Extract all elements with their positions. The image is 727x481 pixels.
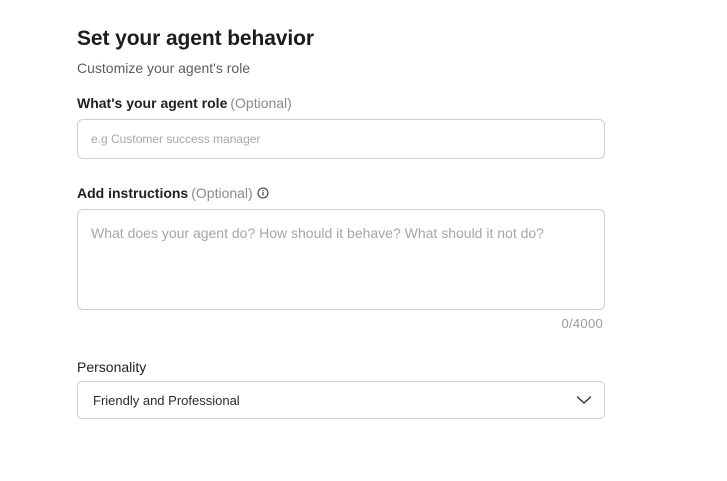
chevron-down-icon — [576, 395, 592, 405]
role-optional-text: (Optional) — [230, 95, 292, 111]
info-icon[interactable] — [257, 187, 269, 199]
personality-select[interactable]: Friendly and Professional — [77, 381, 605, 419]
instructions-optional-text: (Optional) — [191, 185, 253, 201]
role-input[interactable] — [91, 132, 591, 146]
instructions-label-text: Add instructions — [77, 185, 189, 201]
personality-selected-value: Friendly and Professional — [93, 392, 240, 408]
role-field-label: What's your agent role (Optional) — [77, 94, 605, 112]
character-counter: 0/4000 — [561, 316, 603, 331]
page-subtitle: Customize your agent's role — [77, 60, 251, 76]
personality-field-label: Personality — [77, 358, 605, 376]
instructions-field-label: Add instructions (Optional) — [77, 184, 605, 202]
page-title: Set your agent behavior — [77, 27, 314, 50]
role-label-text: What's your agent role — [77, 95, 228, 111]
role-input-wrapper — [77, 119, 605, 159]
instructions-textarea-wrapper — [77, 209, 605, 310]
personality-label-text: Personality — [77, 359, 147, 375]
instructions-textarea[interactable] — [91, 224, 591, 295]
agent-behavior-form: Set your agent behavior Customize your a… — [77, 26, 605, 419]
